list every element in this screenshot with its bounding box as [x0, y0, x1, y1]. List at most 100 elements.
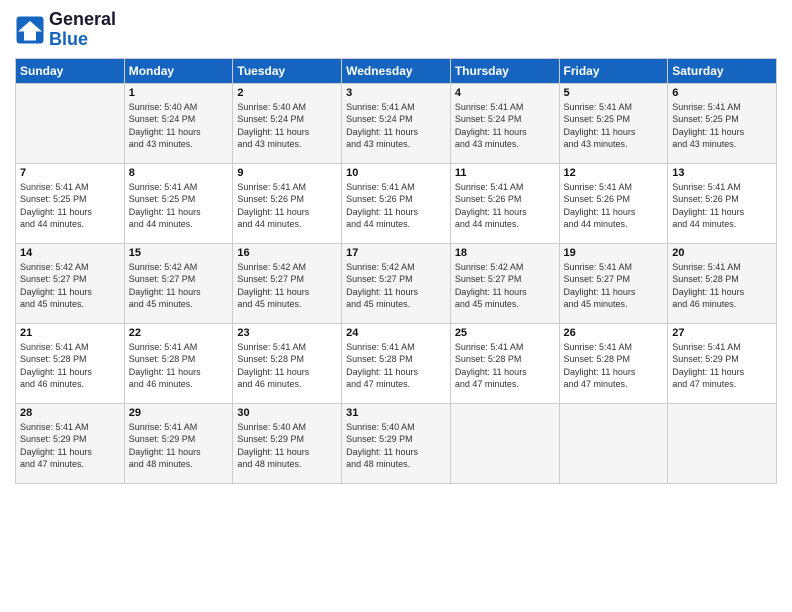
calendar-cell: 17Sunrise: 5:42 AMSunset: 5:27 PMDayligh… [342, 243, 451, 323]
day-number: 3 [346, 87, 446, 99]
day-number: 6 [672, 87, 772, 99]
cell-info: Sunrise: 5:41 AMSunset: 5:25 PMDaylight:… [672, 101, 772, 151]
calendar-cell: 31 Sunrise: 5:40 AMSunset: 5:29 PMDayligh… [342, 403, 451, 483]
day-number: 2 [237, 87, 337, 99]
day-number: 21 [20, 327, 120, 339]
day-number: 18 [455, 247, 555, 259]
calendar-header-row: SundayMondayTuesdayWednesdayThursdayFrid… [16, 58, 777, 83]
day-number: 5 [564, 87, 664, 99]
cell-info: Sunrise: 5:41 AMSunset: 5:25 PMDaylight:… [564, 101, 664, 151]
calendar-table: SundayMondayTuesdayWednesdayThursdayFrid… [15, 58, 777, 484]
calendar-cell: 3 Sunrise: 5:41 AMSunset: 5:24 PMDaylight… [342, 83, 451, 163]
calendar-cell: 7 Sunrise: 5:41 AMSunset: 5:25 PMDaylight… [16, 163, 125, 243]
day-number: 27 [672, 327, 772, 339]
cell-info: Sunrise: 5:40 AMSunset: 5:24 PMDaylight:… [237, 101, 337, 151]
day-number: 14 [20, 247, 120, 259]
day-number: 16 [237, 247, 337, 259]
calendar-week-2: 7 Sunrise: 5:41 AMSunset: 5:25 PMDaylight… [16, 163, 777, 243]
calendar-cell: 1 Sunrise: 5:40 AMSunset: 5:24 PMDaylight… [124, 83, 233, 163]
day-header-friday: Friday [559, 58, 668, 83]
calendar-cell: 13Sunrise: 5:41 AMSunset: 5:26 PMDayligh… [668, 163, 777, 243]
cell-info: Sunrise: 5:40 AMSunset: 5:29 PMDaylight:… [346, 421, 446, 471]
calendar-cell: 8Sunrise: 5:41 AMSunset: 5:25 PMDaylight… [124, 163, 233, 243]
calendar-week-3: 14 Sunrise: 5:42 AMSunset: 5:27 PMDayligh… [16, 243, 777, 323]
calendar-cell: 15 Sunrise: 5:42 AMSunset: 5:27 PMDayligh… [124, 243, 233, 323]
calendar-week-5: 28 Sunrise: 5:41 AMSunset: 5:29 PMDayligh… [16, 403, 777, 483]
calendar-cell: 19 Sunrise: 5:41 AMSunset: 5:27 PMDayligh… [559, 243, 668, 323]
calendar-cell [16, 83, 125, 163]
day-header-wednesday: Wednesday [342, 58, 451, 83]
day-number: 11 [455, 167, 555, 179]
day-number: 13 [672, 167, 772, 179]
day-number: 7 [20, 167, 120, 179]
cell-info: Sunrise: 5:42 AMSunset: 5:27 PMDaylight:… [129, 261, 229, 311]
cell-info: Sunrise: 5:41 AMSunset: 5:29 PMDaylight:… [672, 341, 772, 391]
cell-info: Sunrise: 5:41 AMSunset: 5:26 PMDaylight:… [346, 181, 446, 231]
cell-info: Sunrise: 5:41 AMSunset: 5:28 PMDaylight:… [20, 341, 120, 391]
cell-info: Sunrise: 5:41 AMSunset: 5:25 PMDaylight:… [129, 181, 229, 231]
calendar-cell: 29 Sunrise: 5:41 AMSunset: 5:29 PMDayligh… [124, 403, 233, 483]
cell-info: Sunrise: 5:41 AMSunset: 5:28 PMDaylight:… [129, 341, 229, 391]
calendar-cell: 4Sunrise: 5:41 AMSunset: 5:24 PMDaylight… [450, 83, 559, 163]
calendar-week-1: 1 Sunrise: 5:40 AMSunset: 5:24 PMDaylight… [16, 83, 777, 163]
calendar-cell [450, 403, 559, 483]
header: General Blue [15, 10, 777, 50]
day-header-tuesday: Tuesday [233, 58, 342, 83]
cell-info: Sunrise: 5:41 AMSunset: 5:28 PMDaylight:… [564, 341, 664, 391]
cell-info: Sunrise: 5:41 AMSunset: 5:29 PMDaylight:… [129, 421, 229, 471]
calendar-cell: 12 Sunrise: 5:41 AMSunset: 5:26 PMDayligh… [559, 163, 668, 243]
calendar-cell: 21 Sunrise: 5:41 AMSunset: 5:28 PMDayligh… [16, 323, 125, 403]
calendar-cell: 25 Sunrise: 5:41 AMSunset: 5:28 PMDayligh… [450, 323, 559, 403]
cell-info: Sunrise: 5:41 AMSunset: 5:24 PMDaylight:… [346, 101, 446, 151]
day-number: 23 [237, 327, 337, 339]
cell-info: Sunrise: 5:41 AMSunset: 5:25 PMDaylight:… [20, 181, 120, 231]
calendar-cell: 18 Sunrise: 5:42 AMSunset: 5:27 PMDayligh… [450, 243, 559, 323]
cell-info: Sunrise: 5:42 AMSunset: 5:27 PMDaylight:… [20, 261, 120, 311]
day-number: 15 [129, 247, 229, 259]
cell-info: Sunrise: 5:41 AMSunset: 5:24 PMDaylight:… [455, 101, 555, 151]
calendar-cell: 9Sunrise: 5:41 AMSunset: 5:26 PMDaylight… [233, 163, 342, 243]
day-number: 22 [129, 327, 229, 339]
cell-info: Sunrise: 5:40 AMSunset: 5:24 PMDaylight:… [129, 101, 229, 151]
calendar-cell: 27 Sunrise: 5:41 AMSunset: 5:29 PMDayligh… [668, 323, 777, 403]
calendar-cell [668, 403, 777, 483]
cell-info: Sunrise: 5:42 AMSunset: 5:27 PMDaylight:… [237, 261, 337, 311]
calendar-cell: 14 Sunrise: 5:42 AMSunset: 5:27 PMDayligh… [16, 243, 125, 323]
calendar-cell: 22 Sunrise: 5:41 AMSunset: 5:28 PMDayligh… [124, 323, 233, 403]
day-header-thursday: Thursday [450, 58, 559, 83]
calendar-week-4: 21 Sunrise: 5:41 AMSunset: 5:28 PMDayligh… [16, 323, 777, 403]
cell-info: Sunrise: 5:41 AMSunset: 5:26 PMDaylight:… [455, 181, 555, 231]
calendar-cell: 5 Sunrise: 5:41 AMSunset: 5:25 PMDaylight… [559, 83, 668, 163]
day-number: 30 [237, 407, 337, 419]
day-number: 31 [346, 407, 446, 419]
day-number: 12 [564, 167, 664, 179]
calendar-cell: 28Sunrise: 5:41 AMSunset: 5:29 PMDayligh… [16, 403, 125, 483]
logo-text: General Blue [49, 10, 116, 50]
day-number: 28 [20, 407, 120, 419]
day-number: 10 [346, 167, 446, 179]
calendar-cell: 10 Sunrise: 5:41 AMSunset: 5:26 PMDayligh… [342, 163, 451, 243]
calendar-cell: 24Sunrise: 5:41 AMSunset: 5:28 PMDayligh… [342, 323, 451, 403]
logo-icon [15, 15, 45, 45]
calendar-cell: 16 Sunrise: 5:42 AMSunset: 5:27 PMDayligh… [233, 243, 342, 323]
cell-info: Sunrise: 5:41 AMSunset: 5:28 PMDaylight:… [237, 341, 337, 391]
day-number: 25 [455, 327, 555, 339]
calendar-cell [559, 403, 668, 483]
calendar-container: General Blue SundayMondayTuesdayWednesda… [0, 0, 792, 489]
cell-info: Sunrise: 5:41 AMSunset: 5:26 PMDaylight:… [564, 181, 664, 231]
day-number: 29 [129, 407, 229, 419]
cell-info: Sunrise: 5:41 AMSunset: 5:27 PMDaylight:… [564, 261, 664, 311]
cell-info: Sunrise: 5:41 AMSunset: 5:26 PMDaylight:… [237, 181, 337, 231]
cell-info: Sunrise: 5:41 AMSunset: 5:28 PMDaylight:… [455, 341, 555, 391]
calendar-cell: 26Sunrise: 5:41 AMSunset: 5:28 PMDayligh… [559, 323, 668, 403]
day-number: 1 [129, 87, 229, 99]
calendar-cell: 6 Sunrise: 5:41 AMSunset: 5:25 PMDaylight… [668, 83, 777, 163]
calendar-body: 1 Sunrise: 5:40 AMSunset: 5:24 PMDaylight… [16, 83, 777, 483]
day-number: 19 [564, 247, 664, 259]
cell-info: Sunrise: 5:40 AMSunset: 5:29 PMDaylight:… [237, 421, 337, 471]
day-header-saturday: Saturday [668, 58, 777, 83]
cell-info: Sunrise: 5:42 AMSunset: 5:27 PMDaylight:… [455, 261, 555, 311]
day-header-sunday: Sunday [16, 58, 125, 83]
calendar-cell: 11 Sunrise: 5:41 AMSunset: 5:26 PMDayligh… [450, 163, 559, 243]
logo: General Blue [15, 10, 116, 50]
